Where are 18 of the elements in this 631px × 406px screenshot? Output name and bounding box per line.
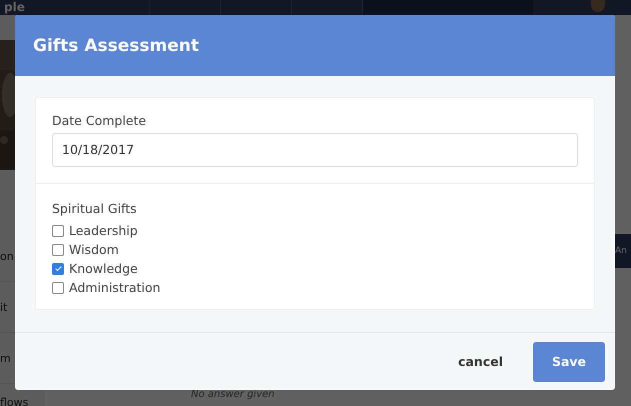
checkbox[interactable] [52, 224, 64, 236]
group-label: Spiritual Gifts [52, 201, 138, 216]
save-button[interactable]: Save [533, 342, 605, 382]
answer-text: No answer given [191, 389, 276, 400]
checkbox-label[interactable]: Leadership [69, 223, 138, 238]
nav-tab[interactable] [362, 0, 533, 15]
cancel-button[interactable]: cancel [458, 354, 503, 369]
avatar-icon[interactable] [591, 0, 605, 12]
date-input[interactable]: 10/18/2017 [52, 133, 578, 167]
checkbox[interactable] [52, 282, 64, 294]
checkbox-label[interactable]: Administration [69, 280, 160, 295]
checkbox[interactable] [52, 262, 64, 274]
checkbox-label[interactable]: Wisdom [69, 242, 119, 257]
app-title: ple [4, 0, 25, 15]
checkbox[interactable] [52, 244, 64, 256]
checkbox-label[interactable]: Knowledge [69, 261, 138, 276]
dialog-title: Gifts Assessment [33, 36, 199, 56]
field-label: Date Complete [52, 113, 148, 128]
